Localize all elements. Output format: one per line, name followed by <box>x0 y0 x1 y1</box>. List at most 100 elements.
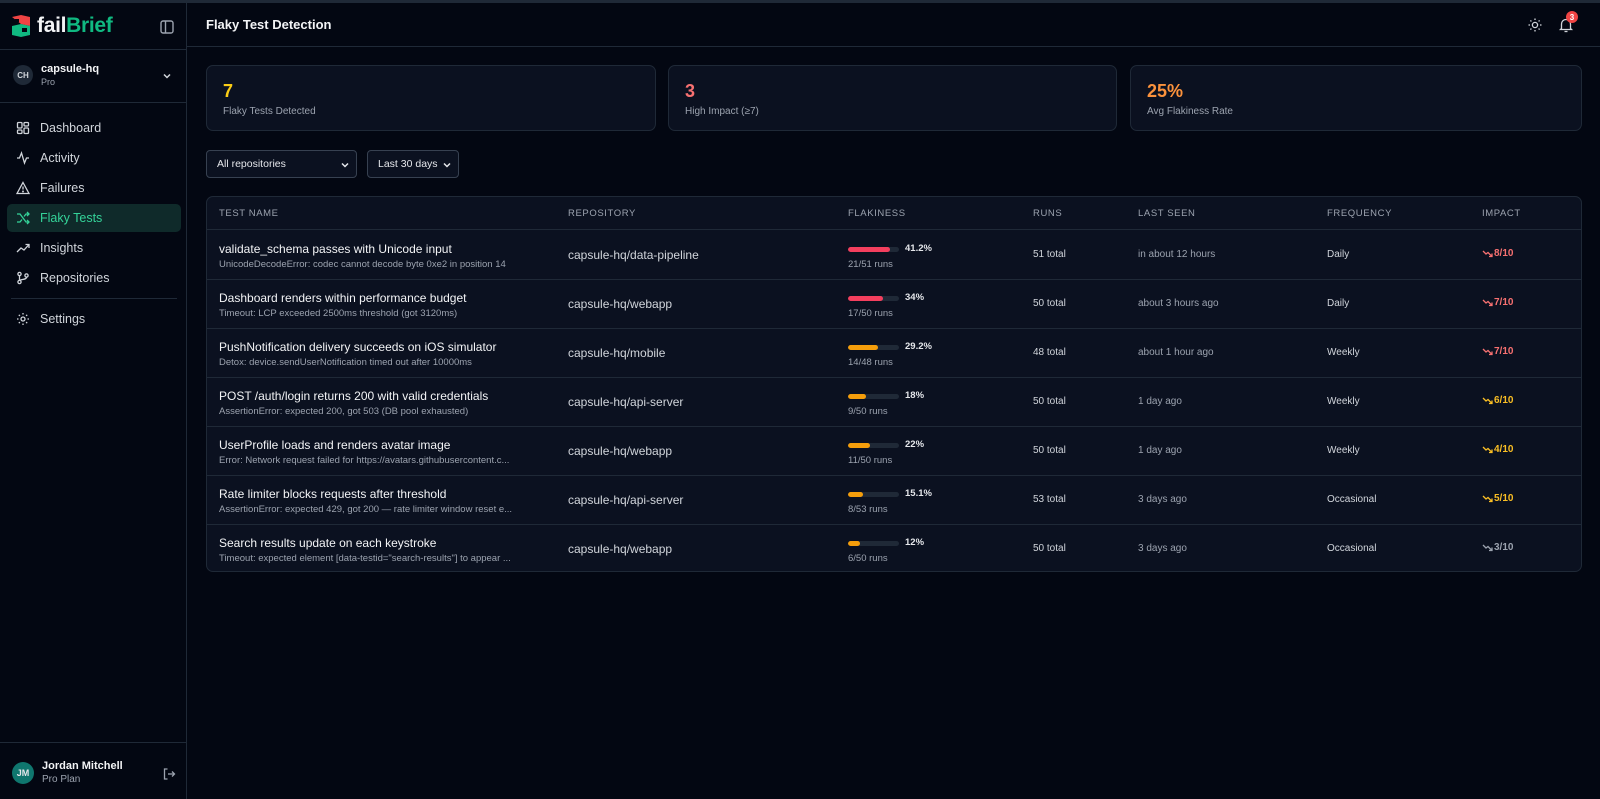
flakiness-bar-fill <box>848 296 883 301</box>
date-range-select[interactable]: Last 30 days <box>367 150 459 178</box>
column-header-frequency[interactable]: FREQUENCY <box>1327 208 1392 219</box>
flakiness-bar-fill <box>848 345 878 350</box>
flaky-runs-fraction: 14/48 runs <box>848 357 893 368</box>
flakiness-bar <box>848 443 899 448</box>
last-seen: 1 day ago <box>1138 445 1182 456</box>
column-header-impact[interactable]: IMPACT <box>1482 208 1521 219</box>
test-error: UnicodeDecodeError: codec cannot decode … <box>219 259 506 270</box>
trending-down-icon <box>1482 250 1493 258</box>
table-header-row: TEST NAME REPOSITORY FLAKINESS RUNS LAST… <box>207 197 1581 230</box>
sidebar-item-label: Dashboard <box>40 121 102 135</box>
user-plan: Pro Plan <box>42 774 81 785</box>
table-row[interactable]: Rate limiter blocks requests after thres… <box>207 476 1581 525</box>
frequency: Weekly <box>1327 396 1360 407</box>
brand[interactable]: failBrief <box>10 11 113 41</box>
brand-name: failBrief <box>37 14 113 37</box>
flakiness-bar <box>848 247 899 252</box>
flakiness-percent: 41.2% <box>905 243 932 254</box>
chevron-down-icon[interactable] <box>160 69 174 83</box>
impact-score: 6/10 <box>1482 395 1513 406</box>
stat-value: 7 <box>223 81 234 101</box>
flakiness-percent: 29.2% <box>905 341 932 352</box>
sidebar-item-label: Activity <box>40 151 80 165</box>
table-row[interactable]: validate_schema passes with Unicode inpu… <box>207 231 1581 280</box>
stat-value: 3 <box>685 81 696 101</box>
column-header-test-name[interactable]: TEST NAME <box>219 208 279 219</box>
table-row[interactable]: POST /auth/login returns 200 with valid … <box>207 378 1581 427</box>
test-name: POST /auth/login returns 200 with valid … <box>219 389 489 403</box>
repository-filter-select[interactable]: All repositories <box>206 150 357 178</box>
date-range-value: Last 30 days <box>378 158 438 170</box>
shuffle-icon <box>17 211 30 225</box>
sidebar-item-label: Settings <box>40 312 86 326</box>
flaky-runs-fraction: 8/53 runs <box>848 504 888 515</box>
impact-value: 6/10 <box>1494 395 1514 406</box>
column-header-runs[interactable]: RUNS <box>1033 208 1062 219</box>
table-row[interactable]: UserProfile loads and renders avatar ima… <box>207 427 1581 476</box>
flakiness-bar-fill <box>848 247 890 252</box>
test-repository[interactable]: capsule-hq/webapp <box>568 444 672 458</box>
flakiness-bar <box>848 296 899 301</box>
trending-down-icon <box>1482 495 1493 503</box>
failbrief-logo-icon <box>12 15 30 37</box>
gear-icon <box>17 313 29 325</box>
flakiness-percent: 34% <box>905 292 925 303</box>
stat-card-avg-flakiness: 25% Avg Flakiness Rate <box>1130 65 1582 131</box>
last-seen: about 3 hours ago <box>1138 298 1219 309</box>
sidebar-item-settings[interactable]: Settings <box>7 305 181 333</box>
org-name: capsule-hq <box>41 63 100 75</box>
trending-down-icon <box>1482 446 1493 454</box>
org-plan: Pro <box>41 77 56 87</box>
trending-down-icon <box>1482 348 1493 356</box>
test-repository[interactable]: capsule-hq/webapp <box>568 297 672 311</box>
stat-value: 25% <box>1147 81 1184 101</box>
logout-icon[interactable] <box>162 767 176 781</box>
sidebar-item-flaky-tests[interactable]: Flaky Tests <box>7 204 181 232</box>
sidebar-item-repositories[interactable]: Repositories <box>7 264 181 292</box>
last-seen: about 1 hour ago <box>1138 347 1214 358</box>
stat-label: High Impact (≥7) <box>685 106 759 117</box>
sidebar-item-dashboard[interactable]: Dashboard <box>7 114 181 142</box>
flaky-runs-fraction: 11/50 runs <box>848 455 893 466</box>
sidebar-item-label: Failures <box>40 181 85 195</box>
user-profile[interactable]: JM Jordan Mitchell Pro Plan <box>0 742 186 799</box>
chevron-down-icon <box>443 162 451 168</box>
test-error: Detox: device.sendUserNotification timed… <box>219 357 472 368</box>
org-switcher[interactable]: CH capsule-hq Pro <box>0 49 186 103</box>
flakiness-percent: 12% <box>905 537 925 548</box>
column-header-flakiness[interactable]: FLAKINESS <box>848 208 906 219</box>
sidebar-item-insights[interactable]: Insights <box>7 234 181 262</box>
test-repository[interactable]: capsule-hq/api-server <box>568 493 683 507</box>
column-header-last-seen[interactable]: LAST SEEN <box>1138 208 1196 219</box>
frequency: Weekly <box>1327 347 1360 358</box>
test-repository[interactable]: capsule-hq/data-pipeline <box>568 248 699 262</box>
git-branch-icon <box>17 271 29 285</box>
table-row[interactable]: PushNotification delivery succeeds on iO… <box>207 329 1581 378</box>
flakiness-percent: 15.1% <box>905 488 932 499</box>
test-error: AssertionError: expected 200, got 503 (D… <box>219 406 469 417</box>
test-repository[interactable]: capsule-hq/webapp <box>568 542 672 556</box>
last-seen: in about 12 hours <box>1138 249 1216 260</box>
flaky-runs-fraction: 9/50 runs <box>848 406 888 417</box>
flakiness-bar <box>848 345 899 350</box>
repository-filter-value: All repositories <box>217 158 286 170</box>
test-error: Error: Network request failed for https:… <box>219 455 510 466</box>
sun-icon[interactable] <box>1527 17 1543 33</box>
sidebar-nav: Dashboard Activity Failures Flaky Tests … <box>7 114 181 335</box>
frequency: Daily <box>1327 249 1350 260</box>
sidebar-item-activity[interactable]: Activity <box>7 144 181 172</box>
chevron-down-icon <box>341 162 349 168</box>
test-repository[interactable]: capsule-hq/mobile <box>568 346 665 360</box>
test-name: Dashboard renders within performance bud… <box>219 291 467 305</box>
sidebar-item-failures[interactable]: Failures <box>7 174 181 202</box>
impact-value: 4/10 <box>1494 444 1514 455</box>
sidebar-collapse-icon[interactable] <box>158 18 176 36</box>
column-header-repository[interactable]: REPOSITORY <box>568 208 636 219</box>
flaky-tests-table: TEST NAME REPOSITORY FLAKINESS RUNS LAST… <box>206 196 1582 572</box>
table-row[interactable]: Search results update on each keystroke T… <box>207 525 1581 571</box>
impact-score: 7/10 <box>1482 346 1513 357</box>
trending-down-icon <box>1482 397 1493 405</box>
table-row[interactable]: Dashboard renders within performance bud… <box>207 280 1581 329</box>
test-error: Timeout: LCP exceeded 2500ms threshold (… <box>219 308 458 319</box>
test-repository[interactable]: capsule-hq/api-server <box>568 395 683 409</box>
